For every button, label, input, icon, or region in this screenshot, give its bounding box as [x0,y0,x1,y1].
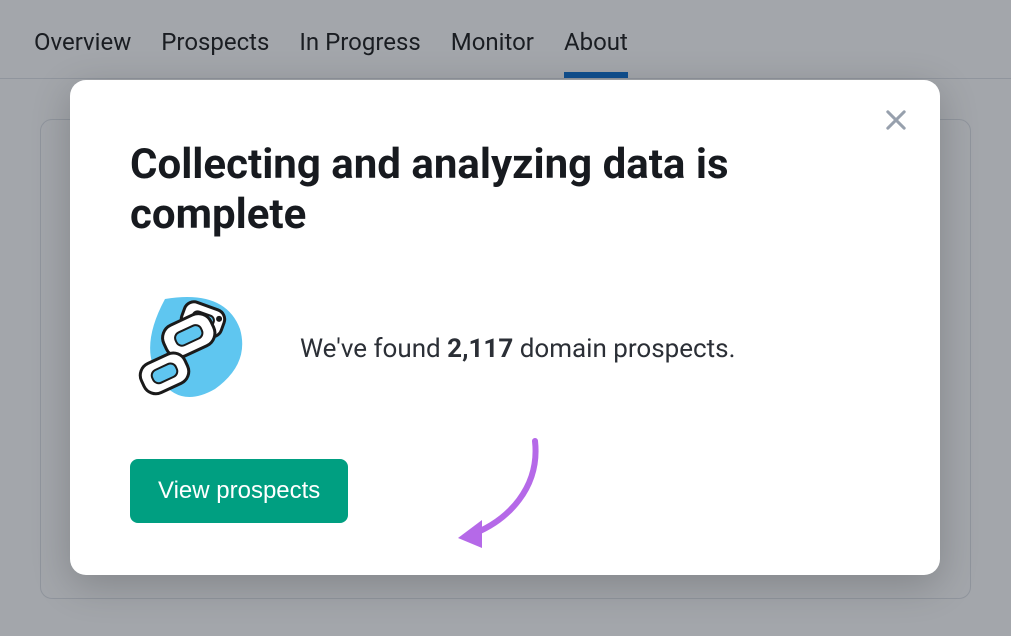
message-suffix: domain prospects. [513,334,735,364]
close-button[interactable] [878,102,914,138]
prospect-count: 2,117 [447,334,513,364]
annotation-arrow-icon [450,436,560,556]
button-label: View prospects [158,477,320,504]
chain-icon [130,289,260,409]
modal-message: We've found 2,117 domain prospects. [300,331,735,367]
completion-modal: Collecting and analyzing data is complet… [70,80,940,575]
message-prefix: We've found [300,334,447,364]
close-icon [882,106,910,134]
view-prospects-button[interactable]: View prospects [130,459,348,523]
modal-title: Collecting and analyzing data is complet… [130,140,880,241]
modal-body: We've found 2,117 domain prospects. [130,289,880,409]
